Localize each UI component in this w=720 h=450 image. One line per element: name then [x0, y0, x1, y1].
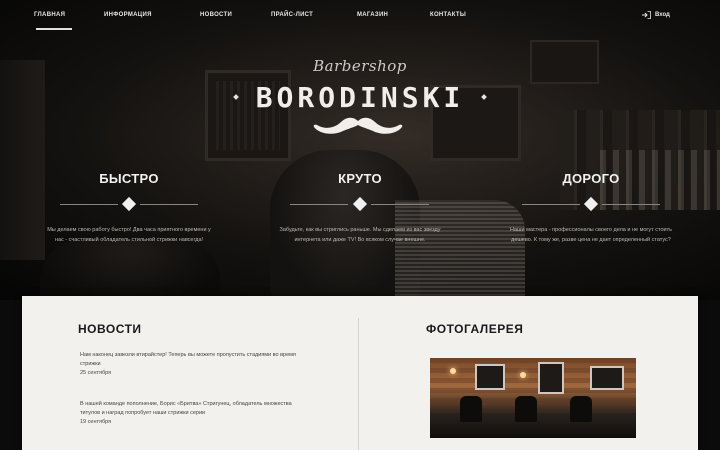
- mustache-icon: [313, 117, 403, 134]
- nav-item-shop[interactable]: Магазин: [357, 12, 388, 18]
- photo-wall-frame: [538, 362, 564, 394]
- hero-background: [0, 0, 720, 300]
- feature-title-fast: БЫСТРО: [99, 171, 159, 186]
- photo-lamp: [450, 368, 456, 374]
- feature-line-expensive-left: [522, 204, 580, 205]
- brand-script: Barbershop: [313, 57, 407, 75]
- content-card: НОВОСТИ Нам наконец завезли втирайстер! …: [22, 296, 698, 450]
- feature-line-fast-right: [140, 204, 198, 205]
- feature-line-cool-right: [371, 204, 429, 205]
- nav-item-contacts[interactable]: Контакты: [430, 12, 466, 18]
- nav-item-info[interactable]: Информация: [104, 12, 152, 18]
- feature-line-cool-left: [290, 204, 348, 205]
- login-arrow-icon: [642, 11, 651, 19]
- news-title[interactable]: НОВОСТИ: [78, 322, 142, 336]
- photo-wall-frame: [590, 366, 624, 390]
- nav-item-price-list[interactable]: Прайс-лист: [271, 12, 313, 18]
- feature-line-expensive-right: [602, 204, 660, 205]
- photo-chair: [460, 396, 482, 422]
- brand-name: BORODINSKI: [255, 81, 465, 114]
- photo-lamp: [520, 372, 526, 378]
- login-button[interactable]: Вход: [642, 11, 670, 19]
- photo-chair: [570, 396, 592, 422]
- nav-item-home[interactable]: Главная: [34, 12, 65, 18]
- feature-text-fast: Мы делаем свою работу быстро! Два часа п…: [47, 227, 211, 243]
- photo-chair: [515, 396, 537, 422]
- news-item[interactable]: Нам наконец завезли втирайстер! Теперь в…: [80, 351, 300, 378]
- news-item[interactable]: В нашей команде пополнение, Борис «Бритв…: [80, 400, 300, 427]
- feature-text-cool: Забудьте, как вы стриглись раньше. Мы сд…: [279, 227, 441, 243]
- feature-text-expensive: Наши мастера - профессионалы своего дела…: [510, 227, 672, 243]
- gallery-title[interactable]: ФОТОГАЛЕРЕЯ: [426, 322, 523, 336]
- gallery-photo[interactable]: [430, 358, 636, 438]
- nav-item-news[interactable]: Новости: [200, 12, 232, 18]
- column-divider: [358, 318, 359, 450]
- login-label: Вход: [655, 12, 670, 18]
- bg-barber-cape: [395, 200, 525, 300]
- news-item-text: Нам наконец завезли втирайстер! Теперь в…: [80, 352, 296, 367]
- news-item-date: 25 сентября: [80, 370, 112, 376]
- photo-wall-frame: [475, 364, 505, 390]
- feature-line-fast-left: [60, 204, 118, 205]
- main-nav: Главная Информация Новости Прайс-лист Ма…: [0, 0, 720, 34]
- feature-title-cool: КРУТО: [338, 171, 382, 186]
- feature-title-expensive: ДОРОГО: [562, 171, 620, 186]
- news-item-date: 19 сентября: [80, 419, 112, 425]
- news-item-text: В нашей команде пополнение, Борис «Бритв…: [80, 401, 292, 416]
- bg-stool: [40, 240, 220, 300]
- nav-active-indicator: [36, 28, 72, 30]
